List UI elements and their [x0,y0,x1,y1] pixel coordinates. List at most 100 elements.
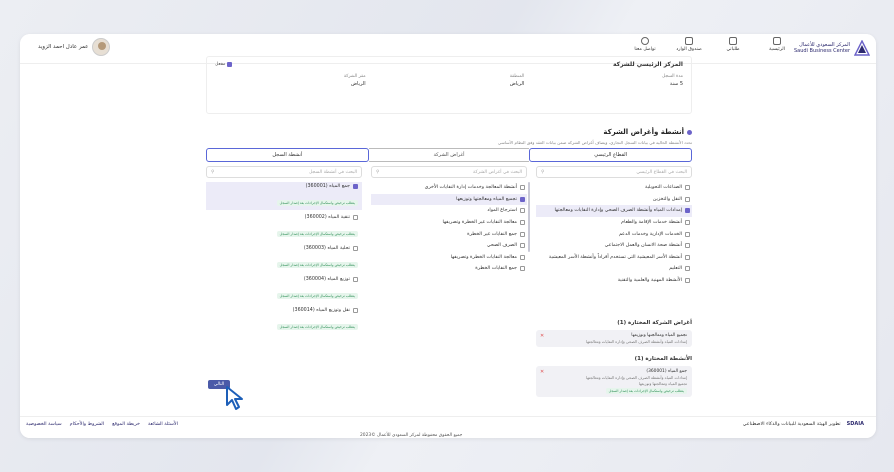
footer-link-privacy[interactable]: سياسة الخصوصية [26,422,62,427]
footer: سياسة الخصوصية الشروط والأحكام خريطة الم… [20,416,876,438]
list-item[interactable]: الأنشطة المهنية والعلمية والتقنية [536,275,692,287]
list-item[interactable]: تجميع المياه ومعالجتها وتوزيعها [371,193,527,206]
register-label: جمع المياه (360001) [305,184,350,189]
checkbox[interactable] [353,308,358,313]
checkbox[interactable] [520,220,525,226]
search-placeholder: البحث في أنشطة السجل [308,169,357,175]
purpose-column: البحث في أغراض الشركة ⚲ أنشطة المعالجة و… [371,166,527,275]
remove-icon[interactable]: ✕ [540,333,544,339]
list-item[interactable]: أنشطة المعالجة وخدمات إدارة النفايات الأ… [371,182,527,194]
step-company-purposes[interactable]: أغراض الشركة [368,148,530,162]
sector-scrollbar[interactable] [528,182,530,252]
checkbox[interactable] [353,277,358,282]
list-item[interactable]: معالجة النفايات غير الخطرة وتصريفها [371,217,527,229]
sector-column: البحث في القطاع الرئيسي ⚲ الصناعات التحو… [536,166,692,286]
register-search-input[interactable]: البحث في أنشطة السجل ⚲ [206,166,362,178]
nav-my-requests[interactable]: طلباتي [714,37,752,52]
sector-search-input[interactable]: البحث في القطاع الرئيسي ⚲ [536,166,692,178]
checkbox[interactable] [520,185,525,191]
list-item[interactable]: أنشطة صحة الانسان والعمل الاجتماعي [536,240,692,252]
purpose-search-input[interactable]: البحث في أغراض الشركة ⚲ [371,166,527,178]
sector-label: أنشطة صحة الانسان والعمل الاجتماعي [604,243,682,249]
step-register-activities[interactable]: أنشطة السجل [205,148,369,162]
checkbox[interactable] [520,231,525,237]
chosen-activity-card: ✕ جمع المياه (360001) إمدادات المياه وأن… [536,366,692,397]
nav-my-requests-label: طلباتي [726,47,740,52]
purpose-label: جمع النفايات غير الخطرة [467,231,517,237]
brand-text: المركز السعودي للأعمال Saudi Business Ce… [794,42,850,54]
license-badge: يتطلب ترخيص واستكمال الإجراءات بعد إصدار… [276,200,358,206]
list-item[interactable]: نقل وتوزيع المياه (360014) يتطلب ترخيص و… [206,306,362,334]
checkbox[interactable] [520,254,525,260]
register-list: جمع المياه (360001) يتطلب ترخيص واستكمال… [206,182,362,334]
brand[interactable]: المركز السعودي للأعمال Saudi Business Ce… [794,40,870,56]
sdaia-logo: SDAIA [846,421,864,427]
checkbox[interactable] [520,196,525,202]
footer-link-terms[interactable]: الشروط والأحكام [70,422,104,427]
nav-inbox-label: صندوق الوارد [676,47,702,52]
register-label: تنقية المياه (360002) [304,215,350,220]
purpose-label: معالجة النفايات غير الخطرة وتصريفها [442,220,518,226]
user-menu[interactable]: عمر عادل احمد الزويد [38,38,111,56]
footer-link-faq[interactable]: الأسئلة الشائعة [148,422,178,427]
list-item[interactable]: الصناعات التحويلية [536,182,692,194]
sector-label: أنشطة الأسر المعيشية التي تستخدم أفراداً… [548,254,682,260]
checkbox[interactable] [685,231,690,237]
copyright: جميع الحقوق محفوظة لمركز السعودي للأعمال… [360,433,463,438]
list-item[interactable]: توزيع المياه (360004) يتطلب ترخيص واستكم… [206,275,362,303]
nav-inbox[interactable]: صندوق الوارد [670,37,708,52]
license-badge: يتطلب ترخيص واستكمال الإجراءات بعد إصدار… [276,324,358,330]
info-label: مدة السجل [662,74,683,79]
register-label: توزيع المياه (360004) [303,277,350,282]
footer-powered: SDAIA تطوير الهيئة السعودية للبيانات وال… [743,421,864,427]
active-checkbox[interactable] [227,62,233,67]
nav-contact[interactable]: تواصل معنا [626,37,664,52]
list-item[interactable]: جمع النفايات الخطرة [371,263,527,275]
checkbox[interactable] [685,243,690,249]
brand-name-en: Saudi Business Center [793,48,850,54]
search-placeholder: البحث في القطاع الرئيسي [636,169,687,175]
active-label: مفعل [215,62,226,67]
nav-home[interactable]: الرئيسية [758,37,796,52]
brand-logo-icon [854,40,870,56]
step-main-sector[interactable]: القطاع الرئيسي [529,148,692,162]
list-item[interactable]: الصرف الصحي [371,240,527,252]
checkbox[interactable] [520,208,525,214]
checkbox[interactable] [353,184,358,189]
checkbox[interactable] [353,246,358,251]
list-item[interactable]: التعليم [536,263,692,275]
footer-links: سياسة الخصوصية الشروط والأحكام خريطة الم… [26,422,178,427]
checkbox[interactable] [685,185,690,191]
checkbox[interactable] [520,266,525,272]
purpose-label: جمع النفايات الخطرة [475,266,517,272]
checkbox[interactable] [685,196,690,202]
purpose-label: تجميع المياه ومعالجتها وتوزيعها [456,196,517,202]
checkbox[interactable] [353,215,358,220]
list-item[interactable]: جمع النفايات غير الخطرة [371,228,527,240]
sector-label: أنشطة خدمات الإقامة والطعام [621,220,682,226]
checkbox[interactable] [685,278,690,284]
list-item[interactable]: تنقية المياه (360002) يتطلب ترخيص واستكم… [206,213,362,241]
list-item[interactable]: معالجة النفايات الخطرة وتصريفها [371,252,527,264]
checkbox[interactable] [685,208,690,214]
info-label: المنطقة [509,74,525,79]
document-icon [729,37,737,45]
list-item[interactable]: أنشطة خدمات الإقامة والطعام [536,217,692,229]
checkbox[interactable] [685,266,690,272]
list-item[interactable]: النقل والتخزين [536,194,692,206]
list-item[interactable]: إمدادات المياه وأنشطة الصرف الصحي وإدارة… [536,205,692,217]
checkbox[interactable] [685,254,690,260]
list-item[interactable]: الخدمات الإدارية وخدمات الدعم [536,228,692,240]
remove-icon[interactable]: ✕ [540,369,544,375]
list-item[interactable]: استرجاع المواد [371,205,527,217]
sector-label: الخدمات الإدارية وخدمات الدعم [618,231,682,237]
purpose-list: أنشطة المعالجة وخدمات إدارة النفايات الأ… [371,182,527,275]
list-item[interactable]: جمع المياه (360001) يتطلب ترخيص واستكمال… [206,182,362,210]
footer-link-sitemap[interactable]: خريطة الموقع [112,422,140,427]
info-cell: مدة السجل 5 سنة [532,74,683,87]
list-item[interactable]: أنشطة الأسر المعيشية التي تستخدم أفراداً… [536,252,692,264]
list-item[interactable]: تحلية المياه (360003) يتطلب ترخيص واستكم… [206,244,362,272]
checkbox[interactable] [685,220,690,226]
user-name: عمر عادل احمد الزويد [38,44,89,50]
checkbox[interactable] [520,243,525,249]
